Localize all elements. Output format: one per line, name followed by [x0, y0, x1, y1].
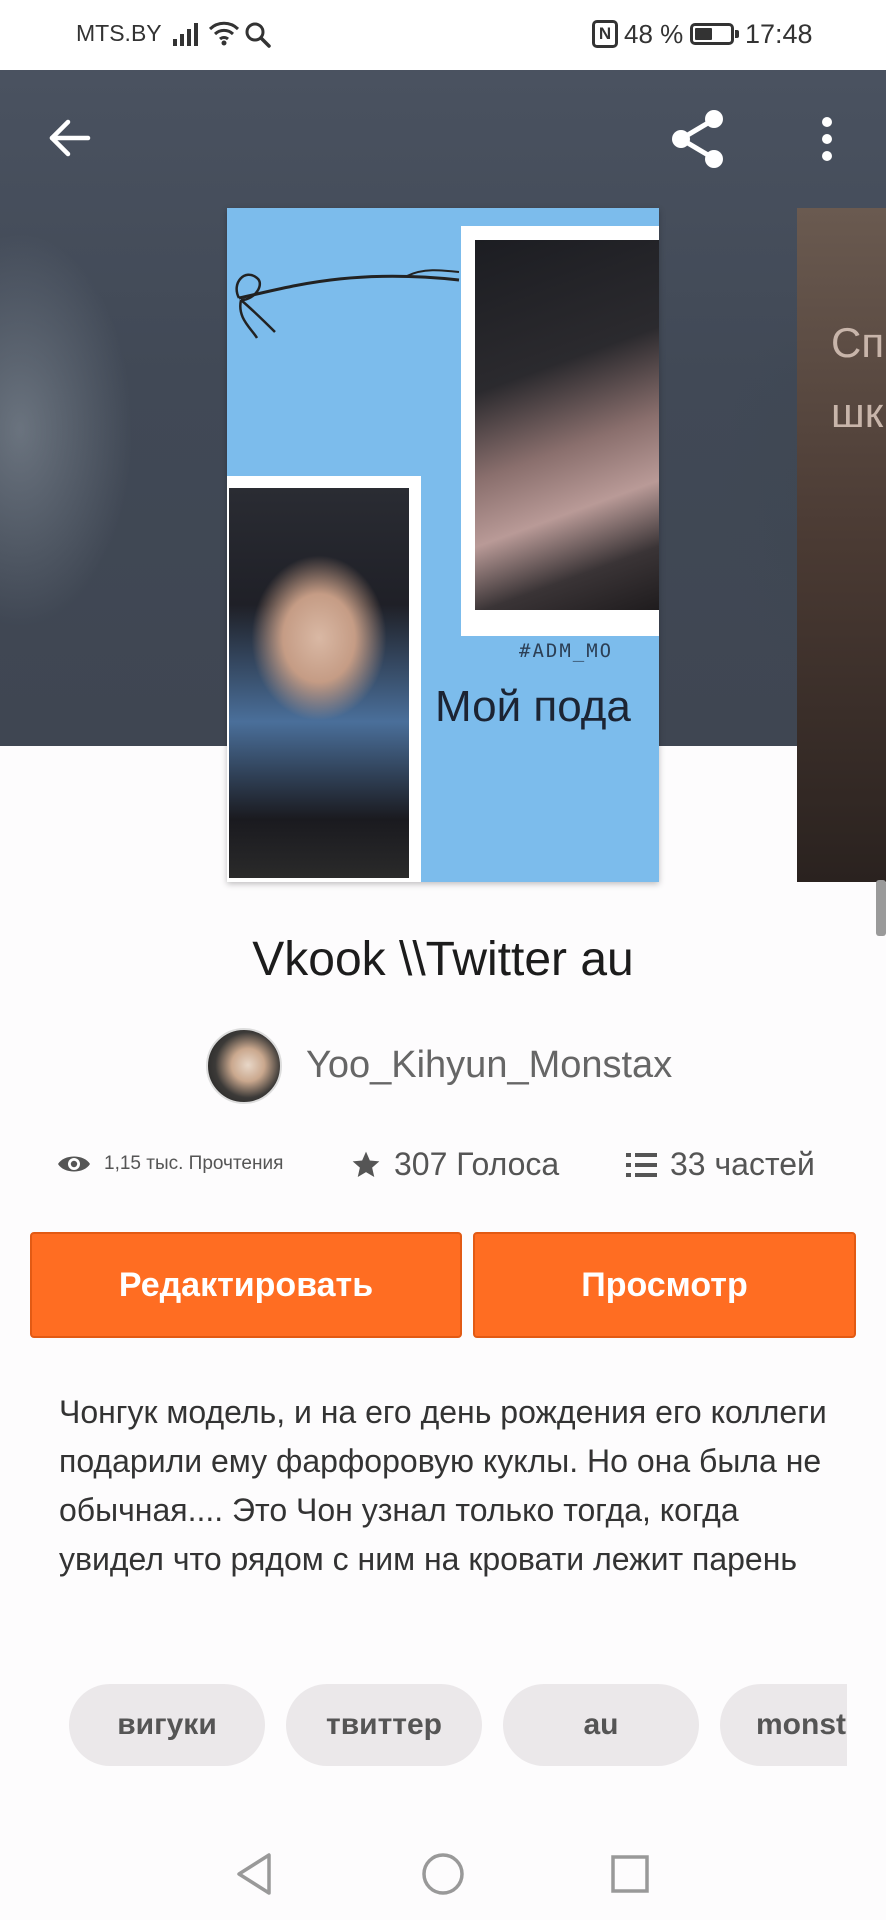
votes-count: 307 Голоса: [394, 1146, 560, 1182]
wifi-icon: [208, 19, 240, 52]
tag-chip[interactable]: au: [503, 1684, 699, 1766]
clock: 17:48: [745, 19, 813, 49]
nfc-icon: N: [592, 20, 618, 48]
back-triangle-icon: [237, 1853, 271, 1895]
tag-list: вигуки твиттер au monst: [0, 1684, 847, 1768]
scrollbar[interactable]: [876, 880, 886, 936]
votes-stat: 307 Голоса: [350, 1146, 559, 1183]
cover-tag-text: #ADM_MO: [519, 640, 614, 662]
back-button[interactable]: [36, 105, 102, 171]
home-circle-icon: [422, 1853, 464, 1895]
more-vertical-icon: [822, 117, 832, 161]
story-title: Vkook \\Twitter au: [252, 933, 634, 986]
list-icon: [626, 1152, 657, 1177]
nav-back-button[interactable]: [224, 1844, 284, 1904]
back-arrow-icon: [49, 119, 91, 157]
more-options-button[interactable]: [800, 103, 854, 175]
carrier-label: MTS.BY: [76, 20, 162, 46]
battery-icon: [690, 23, 739, 45]
next-story-cover[interactable]: Сп шк: [797, 208, 886, 882]
author-avatar[interactable]: [206, 1028, 282, 1104]
cover-title-text: Мой пода: [435, 682, 631, 731]
story-cover[interactable]: #ADM_MO Мой пода: [227, 208, 659, 882]
share-icon: [672, 110, 723, 168]
signal-icon: [172, 21, 202, 52]
tag-chip[interactable]: вигуки: [69, 1684, 265, 1766]
cover-photo-frame: [227, 476, 421, 882]
edit-button[interactable]: Редактировать: [30, 1232, 462, 1338]
reads-count: 1,15 тыс. Прочтения: [104, 1153, 284, 1174]
view-button[interactable]: Просмотр: [473, 1232, 856, 1338]
author-name[interactable]: Yoo_Kihyun_Monstax: [306, 1044, 672, 1087]
eye-icon: [58, 1156, 90, 1172]
battery-percent: 48 %: [624, 19, 684, 49]
search-icon: [244, 21, 272, 54]
cover-photo-frame: [461, 226, 659, 636]
nav-home-button[interactable]: [413, 1844, 473, 1904]
tag-chip[interactable]: monst: [720, 1684, 847, 1766]
status-bar: MTS.BY N 48 % 17:48: [0, 0, 886, 70]
flower-doodle-icon: [235, 269, 460, 339]
parts-stat: 33 частей: [626, 1146, 815, 1183]
tag-chip[interactable]: твиттер: [286, 1684, 482, 1766]
star-icon: [352, 1151, 380, 1177]
reads-stat: 1,15 тыс. Прочтения: [56, 1152, 283, 1176]
recents-square-icon: [611, 1855, 649, 1893]
nav-recents-button[interactable]: [600, 1844, 660, 1904]
parts-count: 33 частей: [670, 1146, 815, 1182]
share-button[interactable]: [662, 103, 734, 175]
story-description: Чонгук модель, и на его день рождения ег…: [59, 1394, 827, 1577]
story-stats: 1,15 тыс. Прочтения 307 Голоса 33 частей: [56, 1146, 846, 1194]
next-cover-text: Сп шк: [831, 319, 885, 436]
system-nav-bar: [0, 1826, 886, 1920]
